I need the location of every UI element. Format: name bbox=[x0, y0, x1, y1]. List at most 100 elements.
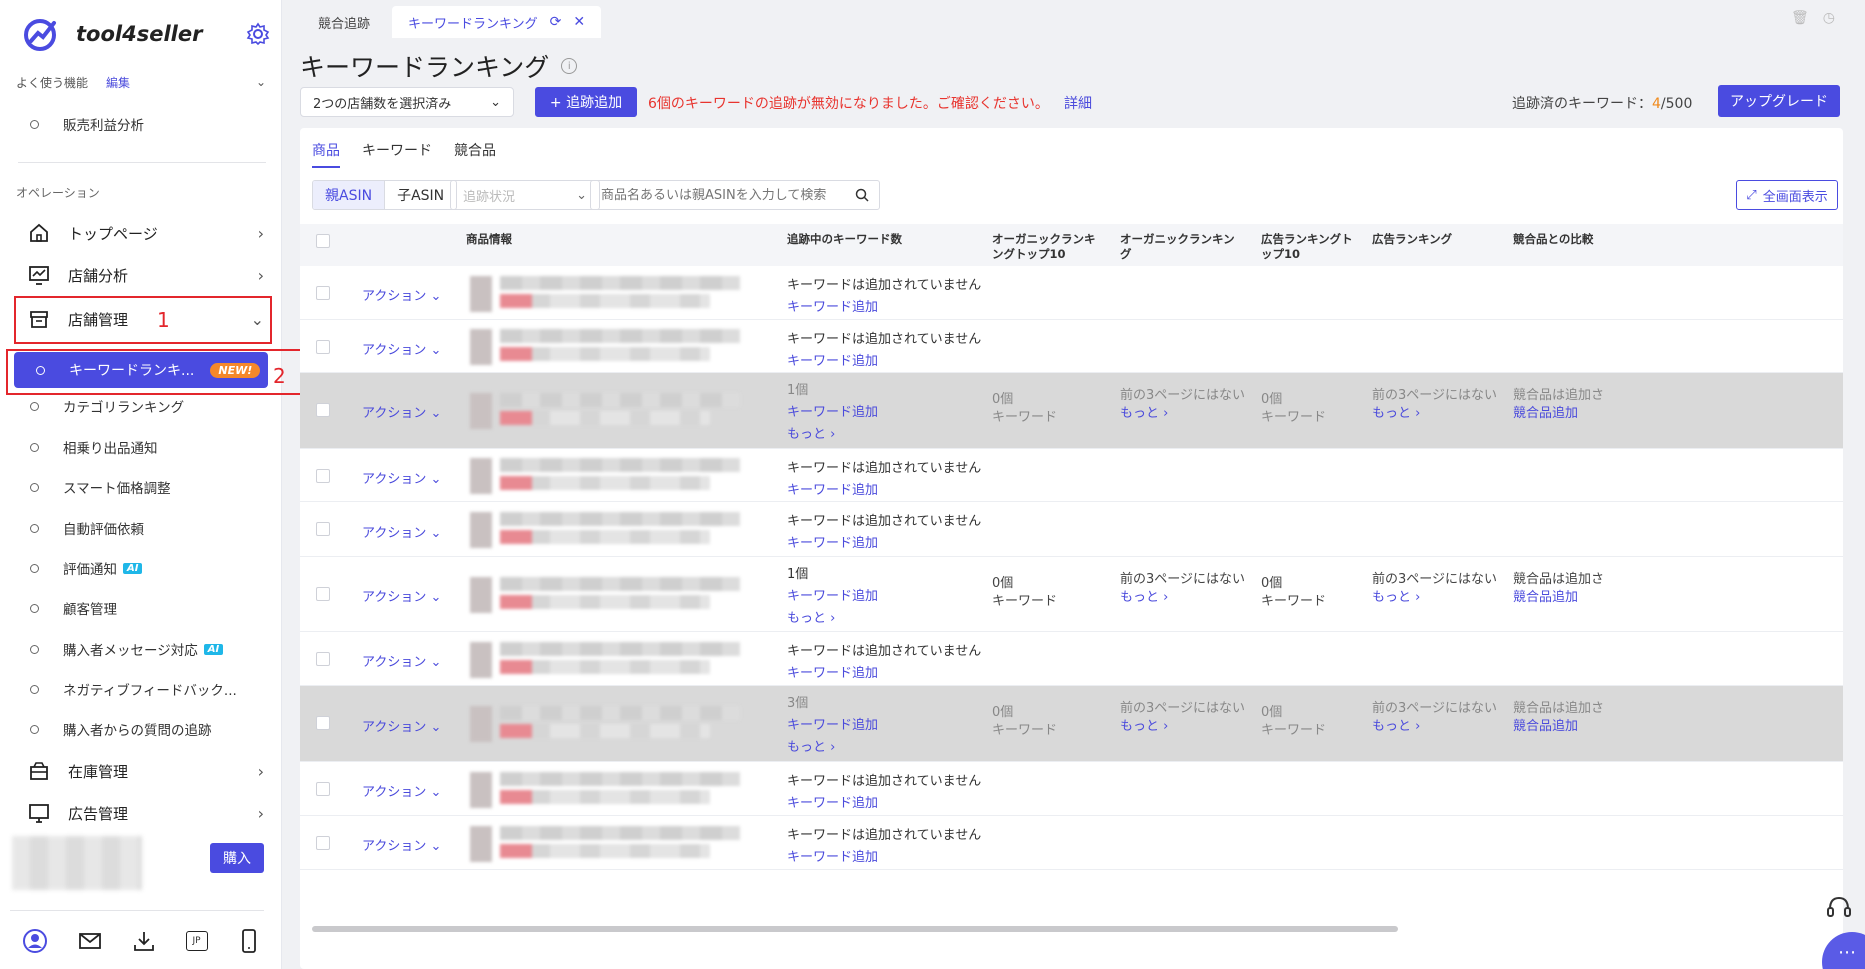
table-row: アクション ⌄ 3個 キーワード追加 もっと › 0個 キーワード 前の3ページに… bbox=[300, 686, 1843, 762]
table-row: アクション ⌄ キーワードは追加されていません キーワード追加 bbox=[300, 502, 1843, 557]
gear-icon[interactable] bbox=[246, 22, 270, 46]
tab-keyword-ranking[interactable]: キーワードランキング ⟳ ✕ bbox=[392, 6, 602, 38]
more-link[interactable]: もっと › bbox=[1120, 589, 1245, 607]
row-checkbox[interactable] bbox=[316, 652, 330, 666]
subtab-competitor[interactable]: 競合品 bbox=[454, 140, 496, 168]
add-keyword-link[interactable]: キーワード追加 bbox=[787, 401, 878, 420]
sidebar-item-negative-feedback[interactable]: ネガティブフィードバック... bbox=[30, 677, 237, 701]
upgrade-button[interactable]: アップグレード bbox=[1718, 85, 1840, 117]
invalid-tracking-warning: 6個のキーワードの追跡が無効になりました。ご確認ください。 bbox=[648, 96, 1049, 112]
sidebar-item-buyer-questions[interactable]: 購入者からの質問の追跡 bbox=[30, 717, 212, 741]
mail-icon[interactable] bbox=[77, 928, 103, 954]
parent-asin-option[interactable]: 親ASIN bbox=[313, 181, 386, 209]
action-dropdown[interactable]: アクション ⌄ bbox=[362, 402, 441, 421]
row-checkbox[interactable] bbox=[316, 469, 330, 483]
vertical-scrollbar[interactable] bbox=[1857, 0, 1865, 969]
user-avatar-icon[interactable] bbox=[22, 928, 48, 954]
header-tracking-keywords: 追跡中のキーワード数 bbox=[787, 232, 902, 246]
row-checkbox[interactable] bbox=[316, 782, 330, 796]
sidebar-item-ads[interactable]: 広告管理 › bbox=[28, 798, 264, 828]
fullscreen-button[interactable]: ⤢ 全画面表示 bbox=[1736, 180, 1838, 210]
sidebar-item-category-ranking[interactable]: カテゴリランキング bbox=[30, 394, 184, 418]
child-asin-option[interactable]: 子ASIN bbox=[385, 181, 456, 209]
row-checkbox[interactable] bbox=[316, 587, 330, 601]
action-dropdown[interactable]: アクション ⌄ bbox=[362, 468, 441, 487]
select-all-checkbox[interactable] bbox=[316, 234, 330, 248]
store-select[interactable]: 2つの店舗数を選択済み ⌄ bbox=[300, 87, 514, 117]
more-link[interactable]: もっと › bbox=[1372, 589, 1497, 607]
sidebar-item-hijack-alert[interactable]: 相乗り出品通知 bbox=[30, 435, 158, 459]
action-dropdown[interactable]: アクション ⌄ bbox=[362, 651, 441, 670]
add-keyword-link[interactable]: キーワード追加 bbox=[787, 792, 878, 811]
download-icon[interactable] bbox=[131, 928, 157, 954]
detail-link[interactable]: 詳細 bbox=[1064, 93, 1092, 113]
more-link[interactable]: もっと › bbox=[1372, 718, 1497, 736]
trash-icon[interactable]: 🗑 bbox=[1791, 10, 1809, 26]
row-checkbox[interactable] bbox=[316, 716, 330, 730]
more-link[interactable]: もっと › bbox=[1120, 718, 1245, 736]
logo-icon bbox=[24, 19, 56, 51]
add-keyword-link[interactable]: キーワード追加 bbox=[787, 662, 878, 681]
sidebar-item-store-analysis[interactable]: 店舗分析 › bbox=[28, 260, 264, 290]
row-checkbox[interactable] bbox=[316, 340, 330, 354]
row-checkbox[interactable] bbox=[316, 836, 330, 850]
add-competitor-link[interactable]: 競合品追加 bbox=[1513, 405, 1604, 423]
add-keyword-link[interactable]: キーワード追加 bbox=[787, 846, 878, 865]
add-keyword-link[interactable]: キーワード追加 bbox=[787, 350, 878, 369]
action-dropdown[interactable]: アクション ⌄ bbox=[362, 586, 441, 605]
horizontal-scrollbar[interactable] bbox=[312, 926, 1398, 932]
subtab-product[interactable]: 商品 bbox=[312, 140, 340, 168]
sidebar-item-auto-review-request[interactable]: 自動評価依頼 bbox=[30, 516, 144, 540]
compare-cell: 競合品は追加さ 競合品追加 bbox=[1513, 572, 1605, 607]
sidebar-item-buyer-messages[interactable]: 購入者メッセージ対応 AI bbox=[30, 637, 224, 661]
sidebar-item-profit-analysis[interactable]: 販売利益分析 bbox=[30, 112, 144, 136]
tracking-status-select[interactable]: 追跡状況 ⌄ bbox=[450, 180, 600, 210]
product-info-blurred bbox=[460, 642, 750, 678]
refresh-icon[interactable]: ⟳ bbox=[550, 14, 562, 30]
add-keyword-link[interactable]: キーワード追加 bbox=[787, 532, 878, 551]
edit-favorites-link[interactable]: 編集 bbox=[106, 74, 130, 91]
row-checkbox[interactable] bbox=[316, 403, 330, 417]
product-search bbox=[590, 180, 880, 210]
action-dropdown[interactable]: アクション ⌄ bbox=[362, 522, 441, 541]
search-input[interactable] bbox=[601, 187, 855, 203]
action-dropdown[interactable]: アクション ⌄ bbox=[362, 285, 441, 304]
history-icon[interactable]: ◷ bbox=[1823, 10, 1835, 26]
sidebar-item-inventory[interactable]: 在庫管理 › bbox=[28, 756, 264, 786]
sidebar-item-review-alert[interactable]: 評価通知 AI bbox=[30, 556, 143, 580]
subtab-keyword[interactable]: キーワード bbox=[362, 140, 432, 168]
row-checkbox[interactable] bbox=[316, 286, 330, 300]
add-keyword-link[interactable]: キーワード追加 bbox=[787, 479, 878, 498]
add-keyword-link[interactable]: キーワード追加 bbox=[787, 296, 878, 315]
sidebar-item-smart-pricing[interactable]: スマート価格調整 bbox=[30, 475, 171, 499]
search-icon[interactable] bbox=[855, 188, 869, 202]
action-dropdown[interactable]: アクション ⌄ bbox=[362, 339, 441, 358]
more-link[interactable]: もっと › bbox=[787, 423, 835, 442]
headset-icon[interactable] bbox=[1824, 892, 1854, 922]
close-icon[interactable]: ✕ bbox=[573, 14, 585, 30]
no-keywords-text: キーワードは追加されていません bbox=[787, 278, 982, 293]
more-link[interactable]: もっと › bbox=[787, 736, 835, 755]
more-link[interactable]: もっと › bbox=[1120, 405, 1245, 423]
language-icon[interactable]: JP bbox=[185, 931, 208, 951]
add-keyword-link[interactable]: キーワード追加 bbox=[787, 714, 878, 733]
action-dropdown[interactable]: アクション ⌄ bbox=[362, 716, 441, 735]
sidebar-item-customer-management[interactable]: 顧客管理 bbox=[30, 596, 117, 620]
buy-button[interactable]: 購入 bbox=[210, 843, 264, 873]
action-dropdown[interactable]: アクション ⌄ bbox=[362, 781, 441, 800]
add-tracking-button[interactable]: + 追跡追加 bbox=[535, 87, 637, 117]
tab-competitor-tracking[interactable]: 競合追跡 bbox=[318, 6, 370, 38]
more-link[interactable]: もっと › bbox=[787, 607, 835, 626]
brand[interactable]: tool4seller bbox=[22, 14, 202, 54]
action-dropdown[interactable]: アクション ⌄ bbox=[362, 835, 441, 854]
add-keyword-link[interactable]: キーワード追加 bbox=[787, 585, 878, 604]
no-keywords-text: キーワードは追加されていません bbox=[787, 332, 982, 347]
info-icon[interactable]: i bbox=[561, 58, 578, 74]
add-competitor-link[interactable]: 競合品追加 bbox=[1513, 718, 1604, 736]
add-competitor-link[interactable]: 競合品追加 bbox=[1513, 589, 1604, 607]
chevron-down-icon[interactable]: ⌄ bbox=[256, 75, 266, 89]
sidebar-item-top-page[interactable]: トップページ › bbox=[28, 218, 264, 248]
more-link[interactable]: もっと › bbox=[1372, 405, 1497, 423]
mobile-icon[interactable] bbox=[236, 928, 262, 954]
row-checkbox[interactable] bbox=[316, 522, 330, 536]
